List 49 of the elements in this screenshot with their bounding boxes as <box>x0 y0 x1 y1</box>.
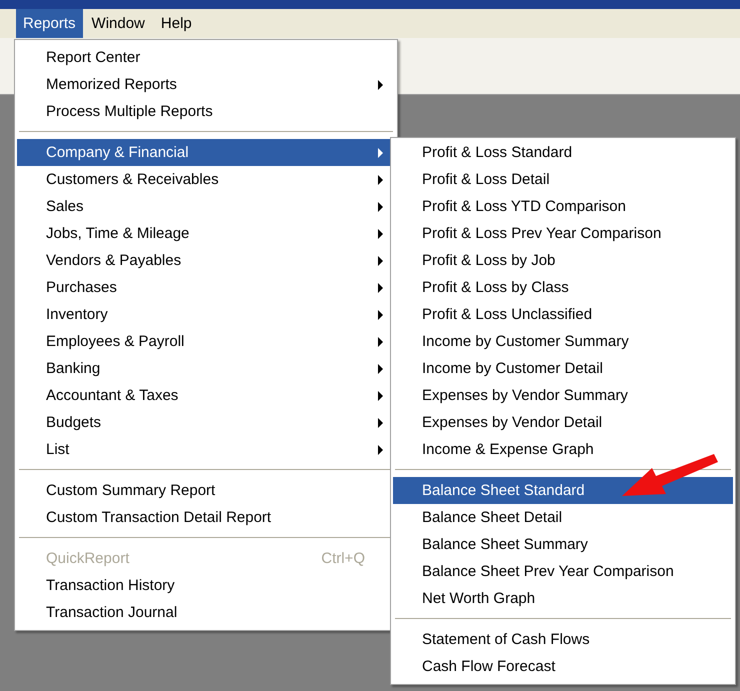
submenu-arrow-icon <box>378 148 383 158</box>
menu-item[interactable]: Profit & Loss by Job <box>393 247 733 274</box>
submenu-arrow-icon <box>378 390 383 400</box>
menu-item[interactable]: Sales <box>17 193 395 220</box>
menu-item[interactable]: Jobs, Time & Mileage <box>17 220 395 247</box>
submenu-arrow-icon <box>378 364 383 374</box>
menu-item[interactable]: Income by Customer Detail <box>393 355 733 382</box>
submenu-arrow-icon <box>378 202 383 212</box>
menu-item[interactable]: Income & Expense Graph <box>393 436 733 463</box>
menu-item[interactable]: Cash Flow Forecast <box>393 653 733 680</box>
submenu-arrow-icon <box>378 418 383 428</box>
menu-item[interactable]: Income by Customer Summary <box>393 328 733 355</box>
submenu-arrow-icon <box>378 80 383 90</box>
submenu-arrow-icon <box>378 310 383 320</box>
menu-item[interactable]: Balance Sheet Summary <box>393 531 733 558</box>
menu-bar-item[interactable]: Reports <box>16 9 83 38</box>
menu-bar-item[interactable]: Window <box>84 9 152 38</box>
submenu-arrow-icon <box>378 256 383 266</box>
menu-item[interactable]: Banking <box>17 355 395 382</box>
menu-item[interactable]: Profit & Loss Detail <box>393 166 733 193</box>
menu-item[interactable]: Report Center <box>17 44 395 71</box>
menu-item[interactable]: Employees & Payroll <box>17 328 395 355</box>
menu-item[interactable]: Profit & Loss by Class <box>393 274 733 301</box>
submenu-arrow-icon <box>378 444 383 454</box>
menu-item[interactable]: Expenses by Vendor Summary <box>393 382 733 409</box>
menu-item[interactable]: List <box>17 436 395 463</box>
menu-item[interactable]: Customers & Receivables <box>17 166 395 193</box>
menu-item[interactable]: Balance Sheet Standard <box>393 477 733 504</box>
submenu-arrow-icon <box>378 228 383 238</box>
menu-item[interactable]: Profit & Loss Standard <box>393 139 733 166</box>
menu-item[interactable]: Budgets <box>17 409 395 436</box>
menu-item[interactable]: Statement of Cash Flows <box>393 626 733 653</box>
menu-item[interactable]: Profit & Loss YTD Comparison <box>393 193 733 220</box>
menu-item[interactable]: Expenses by Vendor Detail <box>393 409 733 436</box>
menu-item[interactable]: Purchases <box>17 274 395 301</box>
submenu-arrow-icon <box>378 174 383 184</box>
menu-item[interactable]: Memorized Reports <box>17 71 395 98</box>
menu-item[interactable]: Process Multiple Reports <box>17 98 395 125</box>
menu-item[interactable]: Accountant & Taxes <box>17 382 395 409</box>
menu-item[interactable]: Inventory <box>17 301 395 328</box>
menu-item[interactable]: Profit & Loss Unclassified <box>393 301 733 328</box>
menu-item[interactable]: Vendors & Payables <box>17 247 395 274</box>
menu-item[interactable]: Balance Sheet Detail <box>393 504 733 531</box>
menu-item[interactable]: Balance Sheet Prev Year Comparison <box>393 558 733 585</box>
menu-item[interactable]: Net Worth Graph <box>393 585 733 612</box>
submenu-arrow-icon <box>378 336 383 346</box>
menu-bar-item[interactable]: Help <box>154 9 199 38</box>
menu-item[interactable]: Profit & Loss Prev Year Comparison <box>393 220 733 247</box>
submenu-arrow-icon <box>378 282 383 292</box>
